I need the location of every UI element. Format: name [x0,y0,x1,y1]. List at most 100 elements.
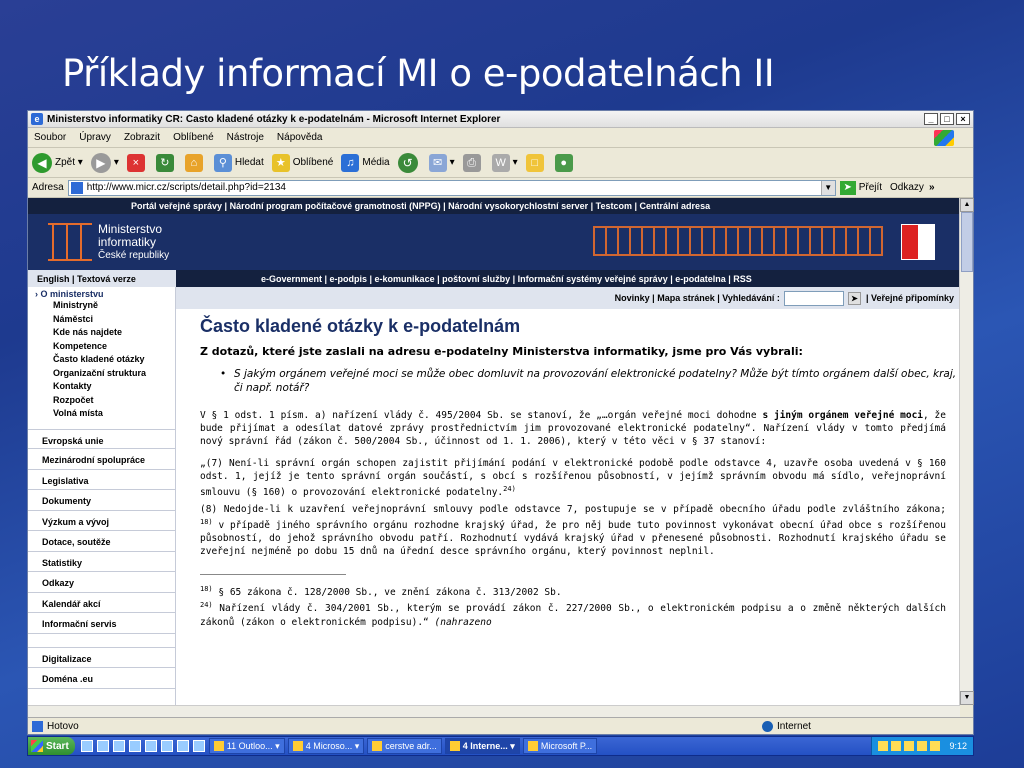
quicklaunch-icon[interactable] [176,740,189,752]
edit-button[interactable]: W ▾ [491,153,518,172]
scroll-up-icon[interactable]: ▲ [960,198,974,212]
messenger-button[interactable]: ● [554,153,576,172]
task-folder[interactable]: cerstve adr... [367,738,442,754]
go-button[interactable]: ➤ Přejít [839,180,882,195]
menu-upravy[interactable]: Úpravy [79,132,111,143]
address-input[interactable]: http://www.micr.cz/scripts/detail.php?id… [67,179,836,196]
task-word[interactable]: 4 Microso... ▾ [287,738,365,754]
menu-napoveda[interactable]: Nápověda [277,132,323,143]
sidebar-subitem[interactable]: Často kladené otázky [28,353,175,367]
sidebar-subitem[interactable]: Kde nás najdete [28,326,175,340]
minimize-button[interactable]: _ [924,113,938,125]
tray-icon[interactable] [917,741,928,751]
scroll-thumb[interactable] [961,212,973,272]
task-internet-explorer[interactable]: 4 Interne... ▾ [444,738,520,754]
address-dropdown-icon[interactable]: ▼ [820,180,835,195]
sidebar-subitem[interactable]: Kompetence [28,340,175,354]
sidebar-item[interactable]: Legislativa [28,470,175,490]
menu-soubor[interactable]: Soubor [34,132,66,143]
scroll-down-icon[interactable]: ▼ [960,691,974,705]
page-title: Často kladené otázky k e-podatelnám [200,316,521,336]
search-button[interactable]: ⚲ Hledat [213,153,264,172]
sidebar-item[interactable]: Dotace, soutěže [28,531,175,552]
sidebar-item[interactable]: Doména .eu [28,668,175,689]
forward-button[interactable]: ▶ ▾ [90,152,119,173]
clock[interactable]: 9:12 [949,741,967,751]
back-button[interactable]: ◀ Zpět ▾ [32,152,83,173]
sidebar-subitem[interactable]: Rozpočet [28,394,175,408]
home-button[interactable]: ⌂ [184,153,206,172]
quicklaunch-icon[interactable] [96,740,109,752]
quicklaunch-icon[interactable] [160,740,173,752]
search-go-icon[interactable]: ➤ [847,291,861,305]
messenger-icon: ● [554,153,573,172]
footnote-1: 18) § 65 zákona č. 128/2000 Sb., ve zněn… [200,585,562,599]
start-button[interactable]: Start [28,737,75,755]
refresh-button[interactable]: ↻ [155,153,177,172]
quicklaunch-icon[interactable] [192,740,205,752]
tray-icon[interactable] [930,741,941,751]
media-button[interactable]: ♫ Média [341,153,390,172]
portal-links[interactable]: Portál veřejné správy | Národní program … [131,201,710,211]
menu-bar: Soubor Úpravy Zobrazit Oblíbené Nástroje… [28,128,973,148]
logo-line2: informatiky [98,235,157,249]
chevron-right-icon[interactable]: » [929,182,935,193]
sidebar-item[interactable]: Odkazy [28,572,175,593]
menu-zobrazit[interactable]: Zobrazit [124,132,160,143]
sidebar-item[interactable]: Digitalizace [28,648,175,668]
print-button[interactable]: ⎙ [462,153,484,172]
sidebar-item[interactable]: Evropská unie [28,428,175,449]
nav-links[interactable]: e-Government | e-podpis | e-komunikace |… [176,274,752,284]
menu-oblibene[interactable]: Oblíbené [173,132,214,143]
powerpoint-icon [527,741,538,751]
tray-icon[interactable] [891,741,902,751]
ministry-logo[interactable]: Ministerstvo informatiky České republiky [48,223,169,262]
sidebar-subitem[interactable]: Volná místa [28,407,175,421]
horizontal-scrollbar[interactable] [28,705,960,717]
links-button[interactable]: Odkazy [890,182,924,193]
sidebar-item[interactable]: Dokumenty [28,490,175,511]
vertical-scrollbar[interactable]: ▲ ▼ [959,198,974,705]
sidebar-item[interactable]: Výzkum a vývoj [28,511,175,531]
folder-button[interactable]: □ [525,153,547,172]
folder-icon [372,741,383,751]
printer-icon: ⎙ [462,153,481,172]
close-button[interactable]: × [956,113,970,125]
word-icon [292,741,303,751]
public-comments-link[interactable]: | Veřejné připomínky [866,293,954,303]
quicklaunch-icon[interactable] [112,740,125,752]
sidebar-head[interactable]: › O ministerstvu [28,287,175,299]
menu-nastroje[interactable]: Nástroje [227,132,264,143]
ie-icon [449,741,460,751]
mail-button[interactable]: ✉ ▾ [428,153,455,172]
sidebar-subitem[interactable]: Ministryně [28,299,175,313]
search-input[interactable] [783,290,844,306]
word-icon: W [491,153,510,172]
sidebar-subitem[interactable]: Náměstci [28,313,175,327]
status-text: Hotovo [47,720,79,732]
favorites-button[interactable]: ★ Oblíbené [271,153,333,172]
back-arrow-icon: ◀ [32,152,52,173]
task-powerpoint[interactable]: Microsoft P... [522,738,598,754]
logo-line3: České republiky [98,250,170,261]
history-button[interactable]: ↺ [397,152,421,173]
stop-button[interactable]: × [126,153,148,172]
maximize-button[interactable]: □ [940,113,954,125]
quicklaunch-icon[interactable] [144,740,157,752]
quicklaunch-icon[interactable] [128,740,141,752]
status-bar: Hotovo Internet [28,717,973,734]
quicklaunch-icon[interactable] [80,740,93,752]
top-links[interactable]: Novinky | Mapa stránek | Vyhledávání : [615,293,780,303]
tray-icon[interactable] [878,741,889,751]
main-content: Novinky | Mapa stránek | Vyhledávání : ➤… [176,287,960,705]
sidebar-item[interactable]: Kalendář akcí [28,593,175,613]
tray-icon[interactable] [904,741,915,751]
task-outlook[interactable]: 11 Outloo... ▾ [208,738,285,754]
sidebar-subitem[interactable]: Organizační struktura [28,367,175,381]
language-links[interactable]: English | Textová verze [28,270,176,287]
sidebar-subitem[interactable]: Kontakty [28,380,175,394]
sidebar-item[interactable]: Mezinárodní spolupráce [28,449,175,470]
sidebar-item[interactable]: Informační servis [28,613,175,634]
go-arrow-icon: ➤ [839,180,856,195]
sidebar-item[interactable]: Statistiky [28,552,175,572]
